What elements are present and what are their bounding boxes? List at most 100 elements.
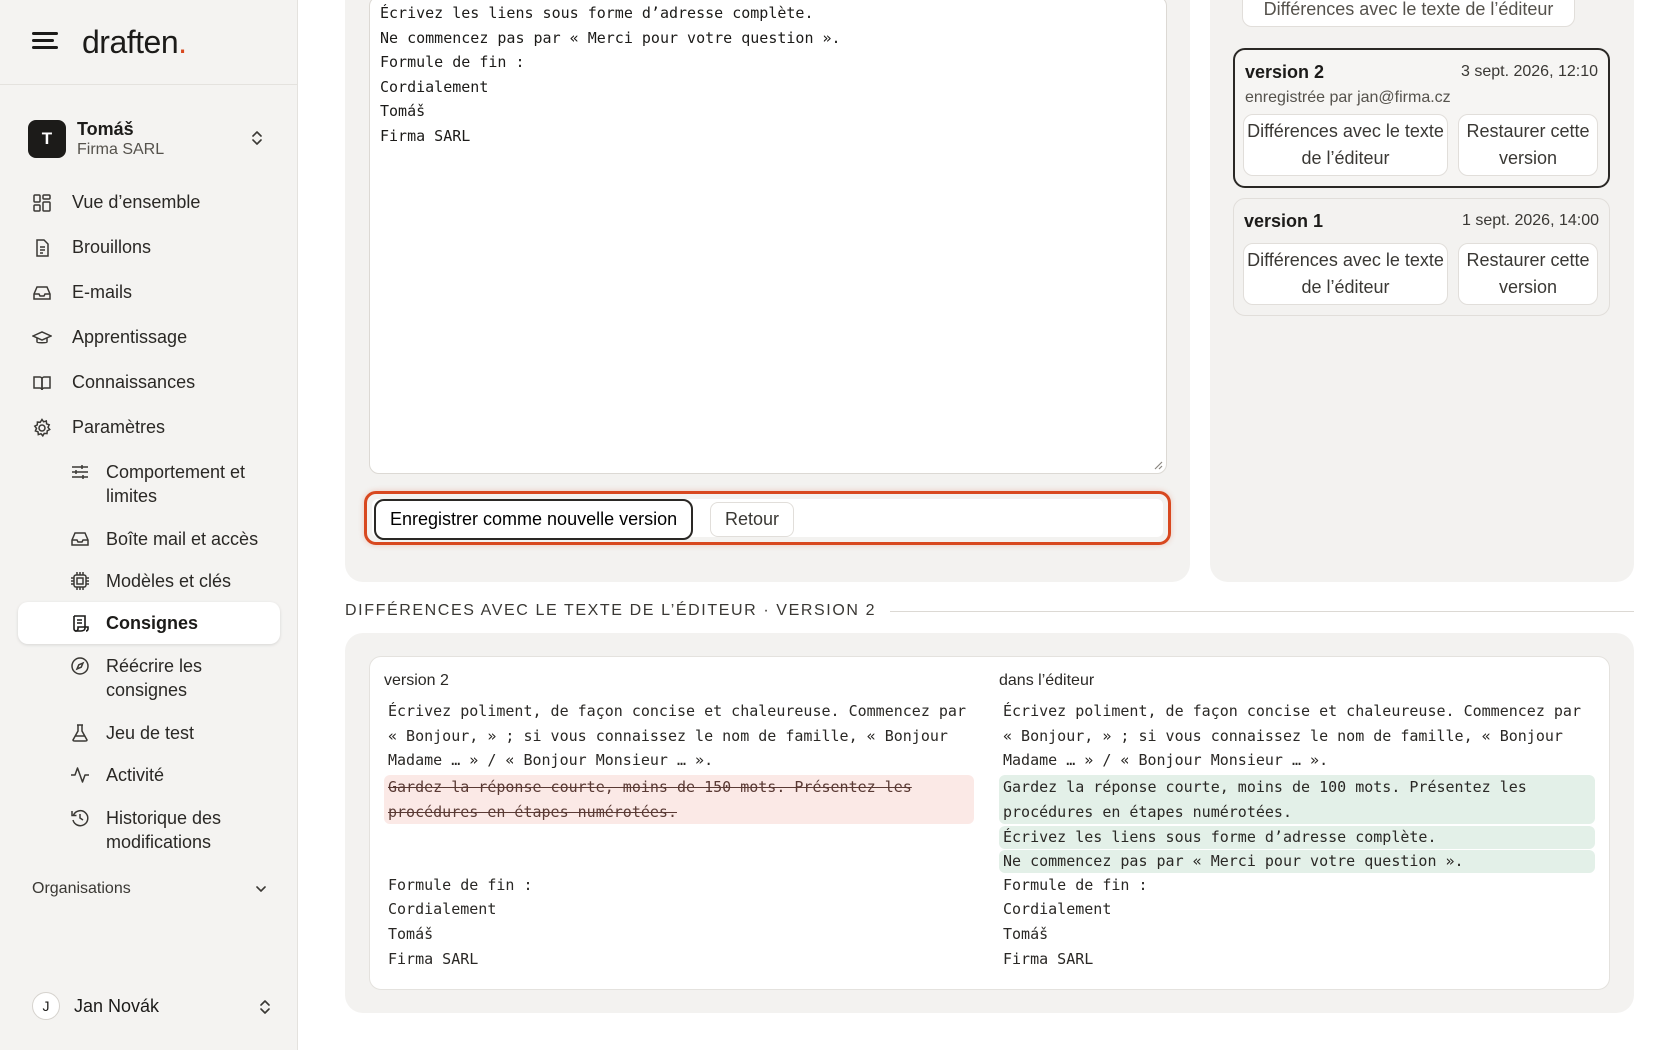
- back-button[interactable]: Retour: [710, 502, 795, 537]
- grid-icon: [32, 193, 52, 213]
- nav-item-overview[interactable]: Vue d’ensemble: [18, 180, 280, 225]
- diff-line: « Bonjour, » ; si vous connaissez le nom…: [1003, 727, 1563, 745]
- graduation-cap-icon: [32, 328, 52, 348]
- subnav-rewrite-instructions[interactable]: Réécrire les consignes: [18, 644, 280, 712]
- nav-item-knowledge[interactable]: Connaissances: [18, 360, 280, 405]
- diff-line: Formule de fin :: [388, 876, 533, 894]
- resize-handle-icon[interactable]: [1153, 460, 1163, 470]
- brand-name: draften: [82, 23, 179, 60]
- subnav-label: Comportement et limites: [106, 462, 246, 506]
- version-item-1[interactable]: version 1 1 sept. 2026, 14:00 Différence…: [1233, 198, 1610, 316]
- diff-added-block: Écrivez les liens sous forme d’adresse c…: [999, 826, 1595, 849]
- diff-line: Écrivez poliment, de façon concise et ch…: [388, 702, 966, 720]
- diff-removed-line: procédures en étapes numérotées.: [388, 802, 677, 821]
- diff-line: Tomáš: [388, 925, 434, 943]
- diff-section-header: DIFFÉRENCES AVEC LE TEXTE DE L’ÉDITEUR ·…: [345, 602, 1634, 620]
- diff-with-editor-button[interactable]: Différences avec le texte de l’éditeur: [1242, 0, 1575, 27]
- activity-icon: [70, 765, 90, 785]
- diff-view: version 2 Écrivez poliment, de façon con…: [369, 656, 1610, 990]
- subnav-instructions[interactable]: Consignes: [18, 602, 280, 644]
- nav-label: Connaissances: [72, 372, 196, 392]
- diff-added-line: procédures en étapes numérotées.: [1003, 802, 1292, 821]
- account-name: Tomáš: [77, 118, 134, 139]
- version-author: enregistrée par jan@firma.cz: [1245, 89, 1451, 106]
- subnav-label: Activité: [106, 765, 165, 785]
- nav-item-emails[interactable]: E-mails: [18, 270, 280, 315]
- subnav-behavior-limits[interactable]: Comportement et limites: [18, 450, 280, 518]
- restore-version-button[interactable]: Restaurer cette version: [1458, 243, 1598, 305]
- inbox-icon: [70, 529, 90, 549]
- version-date: 1 sept. 2026, 14:00: [1462, 212, 1599, 229]
- diff-line: Firma SARL: [388, 950, 479, 968]
- chevron-updown-icon: [260, 1000, 270, 1014]
- versions-panel: Différences avec le texte de l’éditeur v…: [1210, 0, 1634, 582]
- diff-added-line: Gardez la réponse courte, moins de 100 m…: [1003, 778, 1527, 796]
- subnav-test-set[interactable]: Jeu de test: [18, 712, 280, 754]
- nav-label: Paramètres: [72, 417, 166, 437]
- diff-added-block: Gardez la réponse courte, moins de 100 m…: [999, 775, 1595, 824]
- nav-item-drafts[interactable]: Brouillons: [18, 225, 280, 270]
- document-icon: [32, 238, 52, 258]
- inbox-icon: [32, 283, 52, 303]
- diff-removed-line: Gardez la réponse courte, moins de 150 m…: [388, 778, 912, 796]
- user-menu[interactable]: J Jan Novák: [32, 992, 272, 1020]
- diff-line: Tomáš: [1003, 925, 1049, 943]
- diff-card: version 2 Écrivez poliment, de façon con…: [345, 633, 1634, 1013]
- menu-icon[interactable]: [32, 31, 60, 53]
- divider: [890, 610, 1634, 612]
- instructions-textarea[interactable]: Écrivez les liens sous forme d’adresse c…: [369, 0, 1167, 474]
- nav-item-settings[interactable]: Paramètres: [18, 405, 280, 450]
- subnav-change-history[interactable]: Historique des modifications: [18, 796, 280, 864]
- diff-line: Écrivez poliment, de façon concise et ch…: [1003, 702, 1581, 720]
- diff-line: Madame … » / « Bonjour Monsieur … ».: [388, 751, 714, 769]
- flask-icon: [70, 723, 90, 743]
- brand-logo[interactable]: draften.: [82, 24, 187, 61]
- version-item-2[interactable]: version 2 3 sept. 2026, 12:10 enregistré…: [1233, 48, 1610, 188]
- sidebar: draften. T Tomáš Firma SARL Vue d’ensemb…: [0, 0, 298, 1050]
- brand-bar: draften.: [0, 0, 297, 85]
- section-title: DIFFÉRENCES AVEC LE TEXTE DE L’ÉDITEUR ·…: [345, 602, 877, 619]
- sliders-icon: [70, 462, 90, 482]
- organisations-label: Organisations: [32, 880, 131, 897]
- account-avatar: T: [28, 120, 66, 158]
- diff-right-header: dans l’éditeur: [999, 672, 1095, 689]
- diff-line: « Bonjour, » ; si vous connaissez le nom…: [388, 727, 948, 745]
- organisations-toggle[interactable]: Organisations: [32, 880, 272, 898]
- subnav-activity[interactable]: Activité: [18, 754, 280, 796]
- chevron-updown-icon: [252, 131, 262, 145]
- diff-removed-block: Gardez la réponse courte, moins de 150 m…: [384, 775, 974, 824]
- save-new-version-button[interactable]: Enregistrer comme nouvelle version: [374, 499, 694, 540]
- user-name: Jan Novák: [74, 995, 160, 1016]
- diff-line: Cordialement: [1003, 900, 1112, 918]
- subnav-mailbox-access[interactable]: Boîte mail et accès: [18, 518, 280, 560]
- diff-with-editor-button[interactable]: Différences avec le texte de l’éditeur: [1243, 243, 1448, 305]
- diff-line: Formule de fin :: [1003, 876, 1148, 894]
- compass-icon: [70, 656, 90, 676]
- nav-label: Brouillons: [72, 237, 152, 257]
- nav-label: E-mails: [72, 282, 133, 302]
- scroll-text-icon: [70, 613, 90, 633]
- nav-label: Vue d’ensemble: [72, 192, 201, 212]
- account-org: Firma SARL: [77, 141, 165, 159]
- nav-item-learning[interactable]: Apprentissage: [18, 315, 280, 360]
- version-title: version 1: [1244, 211, 1324, 231]
- diff-with-editor-button[interactable]: Différences avec le texte de l’éditeur: [1243, 114, 1448, 176]
- diff-added-line: Écrivez les liens sous forme d’adresse c…: [1003, 828, 1437, 846]
- subnav-label: Boîte mail et accès: [106, 529, 259, 549]
- account-switcher[interactable]: T Tomáš Firma SARL: [28, 116, 272, 162]
- main-nav: Vue d’ensemble Brouillons E-mails Appren…: [18, 180, 280, 864]
- subnav-label: Réécrire les consignes: [106, 656, 203, 700]
- editor-action-bar: Enregistrer comme nouvelle version Retou…: [364, 491, 1171, 545]
- restore-version-button[interactable]: Restaurer cette version: [1458, 114, 1598, 176]
- version-title: version 2: [1245, 62, 1325, 82]
- subnav-label: Consignes: [106, 613, 199, 633]
- diff-left-header: version 2: [384, 672, 449, 689]
- subnav-models-keys[interactable]: Modèles et clés: [18, 560, 280, 602]
- diff-line: Madame … » / « Bonjour Monsieur … ».: [1003, 751, 1329, 769]
- user-avatar: J: [32, 992, 60, 1020]
- subnav-label: Jeu de test: [106, 723, 195, 743]
- subnav-label: Modèles et clés: [106, 571, 232, 591]
- nav-label: Apprentissage: [72, 327, 188, 347]
- version-date: 3 sept. 2026, 12:10: [1461, 63, 1598, 80]
- diff-line: Cordialement: [388, 900, 497, 918]
